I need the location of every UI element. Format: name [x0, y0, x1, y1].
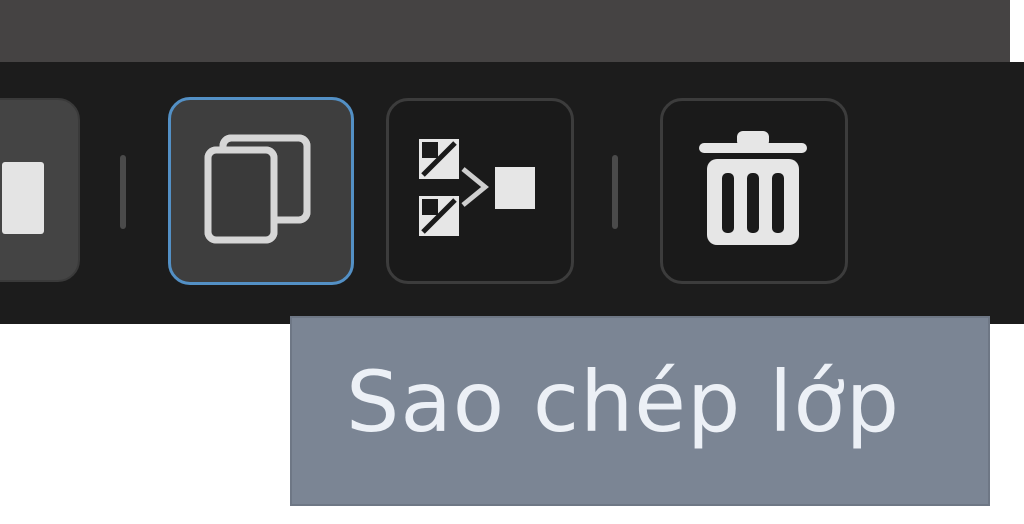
screen: Sao chép lớp	[0, 0, 1024, 524]
toolbar-separator	[612, 155, 618, 229]
trash-icon	[699, 131, 807, 245]
duplicate-layer-icon	[204, 134, 311, 244]
rectangle-icon	[2, 162, 44, 234]
merge-layer-icon	[419, 139, 535, 236]
merge-layer-button[interactable]	[386, 98, 574, 284]
partial-button[interactable]	[0, 98, 80, 282]
duplicate-layer-button[interactable]	[168, 97, 354, 285]
toolbar-separator	[120, 155, 126, 229]
tooltip-text: Sao chép lớp	[346, 353, 901, 451]
tooltip: Sao chép lớp	[292, 318, 988, 504]
delete-layer-button[interactable]	[660, 98, 848, 284]
top-panel	[0, 0, 1010, 62]
